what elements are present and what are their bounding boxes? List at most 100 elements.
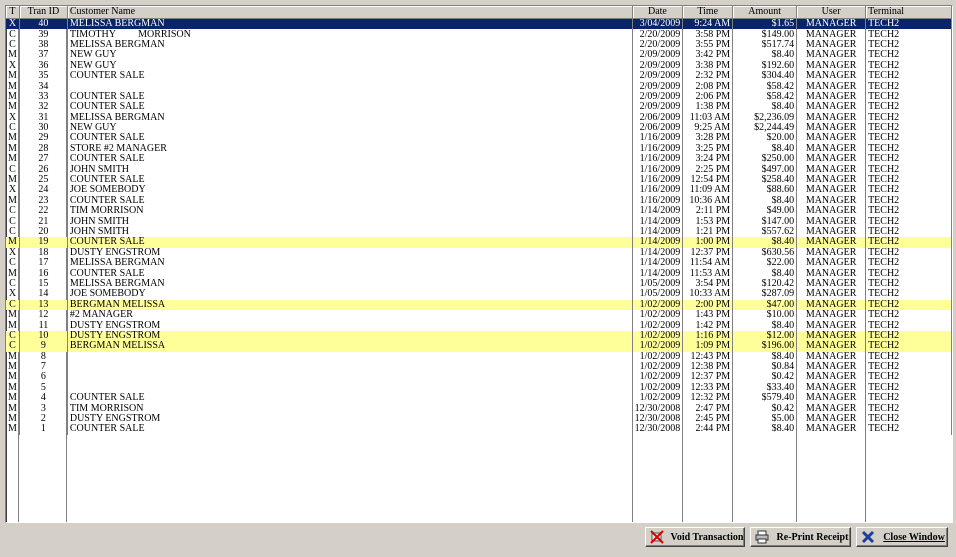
cell-amount: $8.40 bbox=[732, 351, 798, 362]
cell-user: MANAGER bbox=[796, 50, 867, 61]
cell-customer: JOHN SMITH bbox=[67, 164, 633, 175]
cell-user: MANAGER bbox=[796, 122, 867, 134]
table-row[interactable]: C 17 MELISSA BERGMAN 1/14/2009 11:54 AM $22.0… bbox=[6, 257, 952, 269]
cell-date: 1/16/2009 bbox=[632, 143, 684, 155]
table-row[interactable]: M 35 COUNTER SALE 2/09/2009 2:32 PM $304.40 MA… bbox=[6, 70, 952, 82]
table-row[interactable]: X 31 MELISSA BERGMAN 2/06/2009 11:03 AM $2,23… bbox=[6, 112, 952, 123]
cell-terminal: TECH2 bbox=[865, 154, 952, 165]
table-row[interactable]: M 32 COUNTER SALE 2/09/2009 1:38 PM $8.40 MANA… bbox=[6, 102, 952, 113]
table-row[interactable]: M 11 DUSTY ENGSTROM 1/02/2009 1:42 PM $8.40 MA… bbox=[6, 320, 952, 331]
table-row[interactable]: M 27 COUNTER SALE 1/16/2009 3:24 PM $250.00 MA… bbox=[6, 154, 952, 165]
cell-terminal: TECH2 bbox=[865, 268, 952, 279]
cell-customer: MELISSA BERGMAN bbox=[67, 278, 633, 290]
cell-amount: $8.40 bbox=[732, 424, 798, 435]
cell-type: C bbox=[6, 330, 20, 342]
table-row[interactable]: M 37 NEW GUY 2/09/2009 3:42 PM $8.40 MANAGER TE… bbox=[6, 50, 952, 61]
cell-terminal: TECH2 bbox=[865, 372, 952, 383]
table-row[interactable]: X 24 JOE SOMEBODY 1/16/2009 11:09 AM $88.60 MA… bbox=[6, 185, 952, 196]
cell-date: 2/09/2009 bbox=[632, 50, 684, 61]
table-row[interactable]: M 4 COUNTER SALE 1/02/2009 12:32 PM $579.40 MA… bbox=[6, 393, 952, 404]
cell-type: C bbox=[6, 164, 20, 175]
cell-tran-id: 39 bbox=[19, 29, 68, 40]
column-header-amount[interactable]: Amount bbox=[732, 6, 798, 19]
table-row[interactable]: M 12 #2 MANAGER 1/02/2009 1:43 PM $10.00 MANAG… bbox=[6, 309, 952, 321]
table-row[interactable]: C 10 DUSTY ENGSTROM 1/02/2009 1:16 PM $12.00 M… bbox=[6, 330, 952, 342]
cell-amount: $0.42 bbox=[732, 372, 798, 383]
table-row[interactable]: M 28 STORE #2 MANAGER 1/16/2009 3:25 PM $8.40… bbox=[6, 143, 952, 155]
column-header-date[interactable]: Date bbox=[632, 6, 684, 19]
table-row[interactable]: M 19 COUNTER SALE 1/14/2009 1:00 PM $8.40 MANA… bbox=[6, 237, 952, 248]
table-row[interactable]: X 14 JOE SOMEBODY 1/05/2009 10:33 AM $287.09 M… bbox=[6, 289, 952, 300]
cell-amount: $22.00 bbox=[732, 257, 798, 269]
column-header-terminal[interactable]: Terminal bbox=[865, 6, 952, 19]
cell-date: 2/20/2009 bbox=[632, 39, 684, 51]
column-header-customer[interactable]: Customer Name bbox=[67, 6, 633, 19]
cell-time: 1:43 PM bbox=[682, 309, 734, 321]
cell-terminal: TECH2 bbox=[865, 112, 952, 123]
table-row[interactable]: C 21 JOHN SMITH 1/14/2009 1:53 PM $147.00 MANA… bbox=[6, 216, 952, 227]
cell-customer: MELISSA BERGMAN bbox=[67, 18, 633, 30]
table-row[interactable]: X 36 NEW GUY 2/09/2009 3:38 PM $192.60 MANAGER… bbox=[6, 60, 952, 71]
table-row[interactable]: M 25 COUNTER SALE 1/16/2009 12:54 PM $258.40 M… bbox=[6, 174, 952, 186]
cell-terminal: TECH2 bbox=[865, 413, 952, 425]
cell-date: 1/02/2009 bbox=[632, 330, 684, 342]
table-row[interactable]: M 29 COUNTER SALE 1/16/2009 3:28 PM $20.00 MAN… bbox=[6, 133, 952, 144]
table-row[interactable]: C 13 BERGMAN MELISSA 1/02/2009 2:00 PM $47.00… bbox=[6, 299, 952, 310]
void-transaction-button[interactable]: Void Transaction bbox=[645, 527, 745, 547]
cell-type: M bbox=[6, 393, 20, 404]
table-row[interactable]: C 39 TIMOTHY MORRISON 2/20/2009 3:58 PM $149.… bbox=[6, 29, 952, 40]
column-header-tran-id[interactable]: Tran ID bbox=[19, 6, 68, 19]
table-row[interactable]: M 34 2/09/2009 2:08 PM $58.42 MANAGER TECH2 bbox=[6, 81, 952, 92]
cell-terminal: TECH2 bbox=[865, 50, 952, 61]
cell-tran-id: 12 bbox=[19, 309, 68, 321]
table-row[interactable]: M 33 COUNTER SALE 2/09/2009 2:06 PM $58.42 MAN… bbox=[6, 91, 952, 103]
cell-date: 1/02/2009 bbox=[632, 309, 684, 321]
column-header-type[interactable]: T bbox=[6, 6, 20, 19]
table-row[interactable]: C 30 NEW GUY 2/06/2009 9:25 AM $2,244.49 MANAG… bbox=[6, 122, 952, 134]
cell-date: 1/16/2009 bbox=[632, 174, 684, 186]
table-row[interactable]: M 3 TIM MORRISON 12/30/2008 2:47 PM $0.42 MANA… bbox=[6, 403, 952, 414]
cell-terminal: TECH2 bbox=[865, 102, 952, 113]
cell-date: 1/05/2009 bbox=[632, 278, 684, 290]
cell-amount: $149.00 bbox=[732, 29, 798, 40]
column-header-time[interactable]: Time bbox=[682, 6, 734, 19]
table-row[interactable]: M 6 1/02/2009 12:37 PM $0.42 MANAGER TECH2 bbox=[6, 372, 952, 383]
cell-type: X bbox=[6, 185, 20, 196]
cell-customer: JOHN SMITH bbox=[67, 216, 633, 227]
table-row[interactable]: C 20 JOHN SMITH 1/14/2009 1:21 PM $557.62 MANA… bbox=[6, 226, 952, 238]
table-row[interactable]: M 7 1/02/2009 12:38 PM $0.84 MANAGER TECH2 bbox=[6, 361, 952, 373]
table-row[interactable]: M 8 1/02/2009 12:43 PM $8.40 MANAGER TECH2 bbox=[6, 351, 952, 362]
cell-type: X bbox=[6, 247, 20, 258]
table-row[interactable]: M 5 1/02/2009 12:33 PM $33.40 MANAGER TECH2 bbox=[6, 382, 952, 394]
table-row[interactable]: M 2 DUSTY ENGSTROM 12/30/2008 2:45 PM $5.00 MA… bbox=[6, 413, 952, 425]
table-row[interactable]: X 18 DUSTY ENGSTROM 1/14/2009 12:37 PM $630.5… bbox=[6, 247, 952, 258]
cell-customer bbox=[67, 81, 633, 92]
transactions-grid[interactable]: T Tran ID Customer Name Date Time Amount… bbox=[5, 5, 953, 523]
cell-amount: $8.40 bbox=[732, 195, 798, 207]
column-header-user[interactable]: User bbox=[796, 6, 867, 19]
table-row[interactable]: M 16 COUNTER SALE 1/14/2009 11:53 AM $8.40 MAN… bbox=[6, 268, 952, 279]
cell-customer: NEW GUY bbox=[67, 60, 633, 71]
close-window-label: Close Window bbox=[883, 531, 945, 543]
cell-tran-id: 37 bbox=[19, 50, 68, 61]
table-row[interactable]: M 23 COUNTER SALE 1/16/2009 10:36 AM $8.40 MAN… bbox=[6, 195, 952, 207]
cell-time: 3:54 PM bbox=[682, 278, 734, 290]
cell-tran-id: 38 bbox=[19, 39, 68, 51]
table-row[interactable]: C 26 JOHN SMITH 1/16/2009 2:25 PM $497.00 MANA… bbox=[6, 164, 952, 175]
table-row[interactable]: C 22 TIM MORRISON 1/14/2009 2:11 PM $49.00 MAN… bbox=[6, 206, 952, 217]
reprint-receipt-button[interactable]: Re-Print Receipt bbox=[750, 527, 851, 547]
table-row[interactable]: C 9 BERGMAN MELISSA 1/02/2009 1:09 PM $196.00… bbox=[6, 341, 952, 352]
cell-tran-id: 11 bbox=[19, 320, 68, 331]
cell-time: 12:43 PM bbox=[682, 351, 734, 362]
table-row[interactable]: C 15 MELISSA BERGMAN 1/05/2009 3:54 PM $120.4… bbox=[6, 278, 952, 290]
cell-amount: $517.74 bbox=[732, 39, 798, 51]
cell-time: 10:33 AM bbox=[682, 289, 734, 300]
cell-user: MANAGER bbox=[796, 29, 867, 40]
close-window-button[interactable]: Close Window bbox=[856, 527, 948, 547]
cell-amount: $2,244.49 bbox=[732, 122, 798, 134]
cell-amount: $8.40 bbox=[732, 50, 798, 61]
cell-customer: JOE SOMEBODY bbox=[67, 289, 633, 300]
table-row[interactable]: C 38 MELISSA BERGMAN 2/20/2009 3:55 PM $517.7… bbox=[6, 39, 952, 51]
table-row[interactable]: X 40 MELISSA BERGMAN 3/04/2009 9:24 AM $1.65 M… bbox=[6, 18, 952, 30]
table-row[interactable]: M 1 COUNTER SALE 12/30/2008 2:44 PM $8.40 MANA… bbox=[6, 424, 952, 435]
